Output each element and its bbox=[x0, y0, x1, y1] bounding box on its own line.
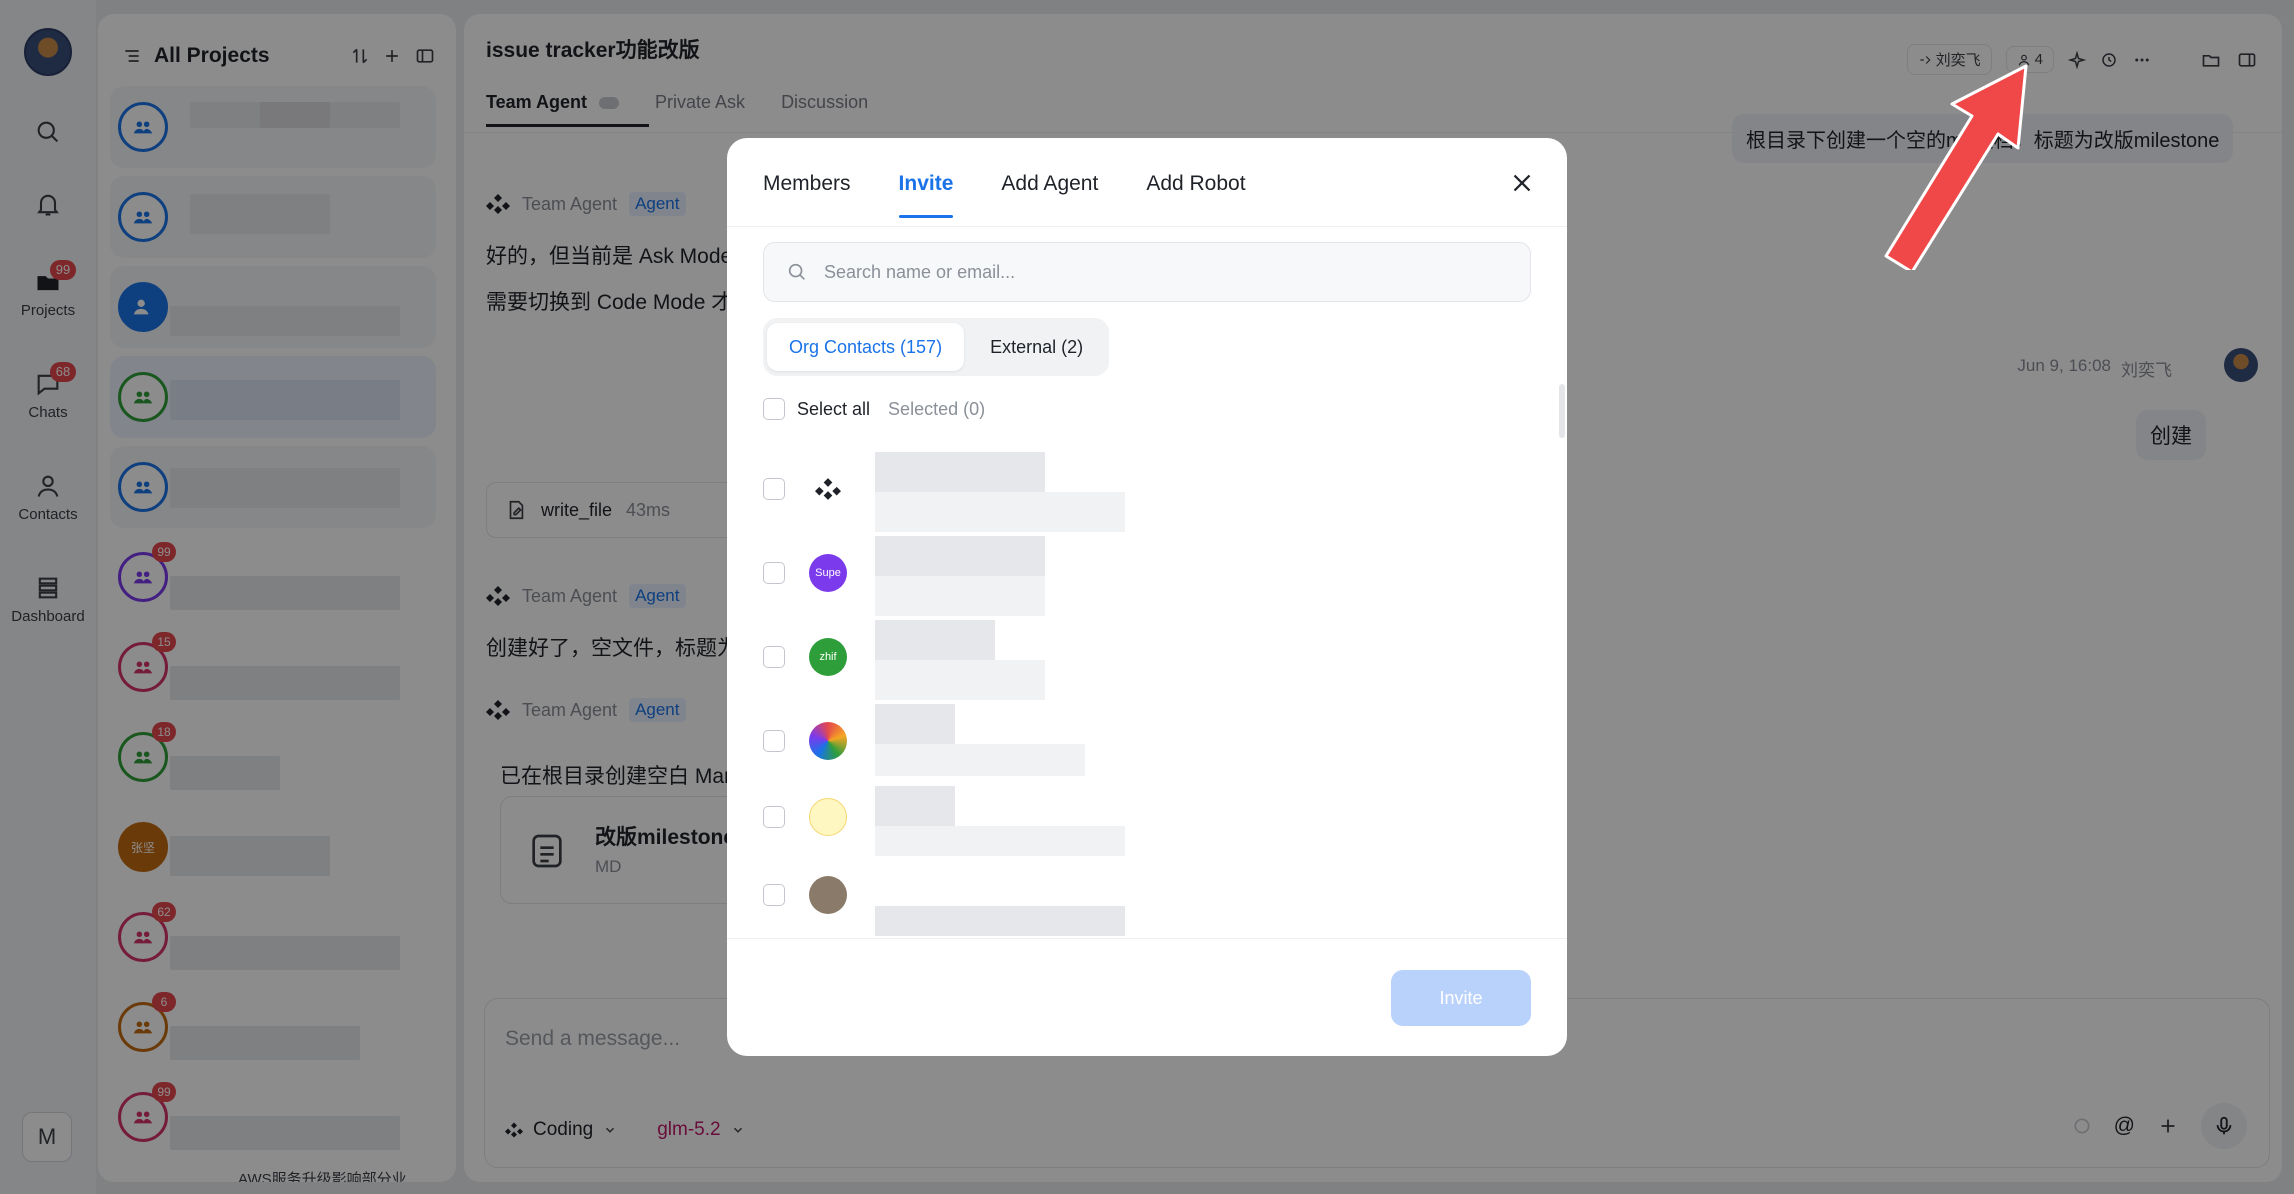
select-all-checkbox[interactable] bbox=[763, 398, 785, 420]
contact-row[interactable] bbox=[763, 700, 1523, 776]
contact-avatar bbox=[809, 470, 847, 508]
contact-row[interactable] bbox=[763, 776, 1523, 860]
tab-invite[interactable]: Invite bbox=[898, 172, 953, 218]
contact-avatar bbox=[809, 876, 847, 914]
segment-external[interactable]: External (2) bbox=[968, 323, 1105, 371]
contact-name bbox=[875, 452, 1045, 492]
invite-dialog: Members Invite Add Agent Add Robot Org C… bbox=[727, 138, 1567, 1056]
contact-name bbox=[875, 906, 1125, 936]
contact-name bbox=[875, 786, 955, 826]
contact-avatar: zhif bbox=[809, 638, 847, 676]
contact-name bbox=[875, 536, 1045, 576]
select-all-row: Select all Selected (0) bbox=[763, 398, 985, 420]
contact-avatar bbox=[809, 722, 847, 760]
dialog-footer-divider bbox=[727, 938, 1567, 939]
selected-count: Selected (0) bbox=[888, 398, 986, 419]
contact-row[interactable] bbox=[763, 854, 1523, 938]
dialog-tabs: Members Invite Add Agent Add Robot bbox=[763, 172, 1246, 218]
close-icon[interactable] bbox=[1507, 168, 1537, 198]
contact-name bbox=[875, 620, 995, 660]
segment-org-contacts[interactable]: Org Contacts (157) bbox=[767, 323, 965, 371]
contact-email bbox=[875, 826, 1125, 856]
list-scrollbar[interactable] bbox=[1559, 384, 1565, 438]
contact-checkbox[interactable] bbox=[763, 806, 785, 828]
contact-list: Supe zhif bbox=[727, 438, 1567, 776]
agent-logo-icon bbox=[815, 478, 841, 500]
contact-row[interactable]: Supe bbox=[763, 532, 1523, 616]
search-icon bbox=[788, 263, 805, 280]
contact-email bbox=[875, 576, 1045, 616]
tab-members[interactable]: Members bbox=[763, 172, 851, 196]
invite-button[interactable]: Invite bbox=[1391, 970, 1531, 1026]
contact-source-segment: Org Contacts (157) External (2) bbox=[763, 318, 1110, 376]
contact-search bbox=[763, 242, 1531, 302]
contact-checkbox[interactable] bbox=[763, 478, 785, 500]
contact-avatar bbox=[809, 798, 847, 836]
contact-email bbox=[875, 744, 1085, 776]
dialog-divider bbox=[727, 226, 1567, 227]
contact-row[interactable] bbox=[763, 448, 1523, 532]
search-input[interactable] bbox=[824, 261, 1504, 283]
contact-checkbox[interactable] bbox=[763, 730, 785, 752]
select-all-label: Select all bbox=[797, 398, 871, 419]
contact-email bbox=[875, 492, 1125, 532]
contact-checkbox[interactable] bbox=[763, 562, 785, 584]
tab-add-robot[interactable]: Add Robot bbox=[1146, 172, 1245, 196]
contact-row[interactable]: zhif bbox=[763, 616, 1523, 700]
contact-email bbox=[875, 660, 1045, 700]
contact-name bbox=[875, 704, 955, 744]
contact-avatar: Supe bbox=[809, 554, 847, 592]
tab-add-agent[interactable]: Add Agent bbox=[1001, 172, 1098, 196]
annotation-arrow-icon bbox=[1884, 64, 2028, 270]
contact-checkbox[interactable] bbox=[763, 884, 785, 906]
contact-checkbox[interactable] bbox=[763, 646, 785, 668]
